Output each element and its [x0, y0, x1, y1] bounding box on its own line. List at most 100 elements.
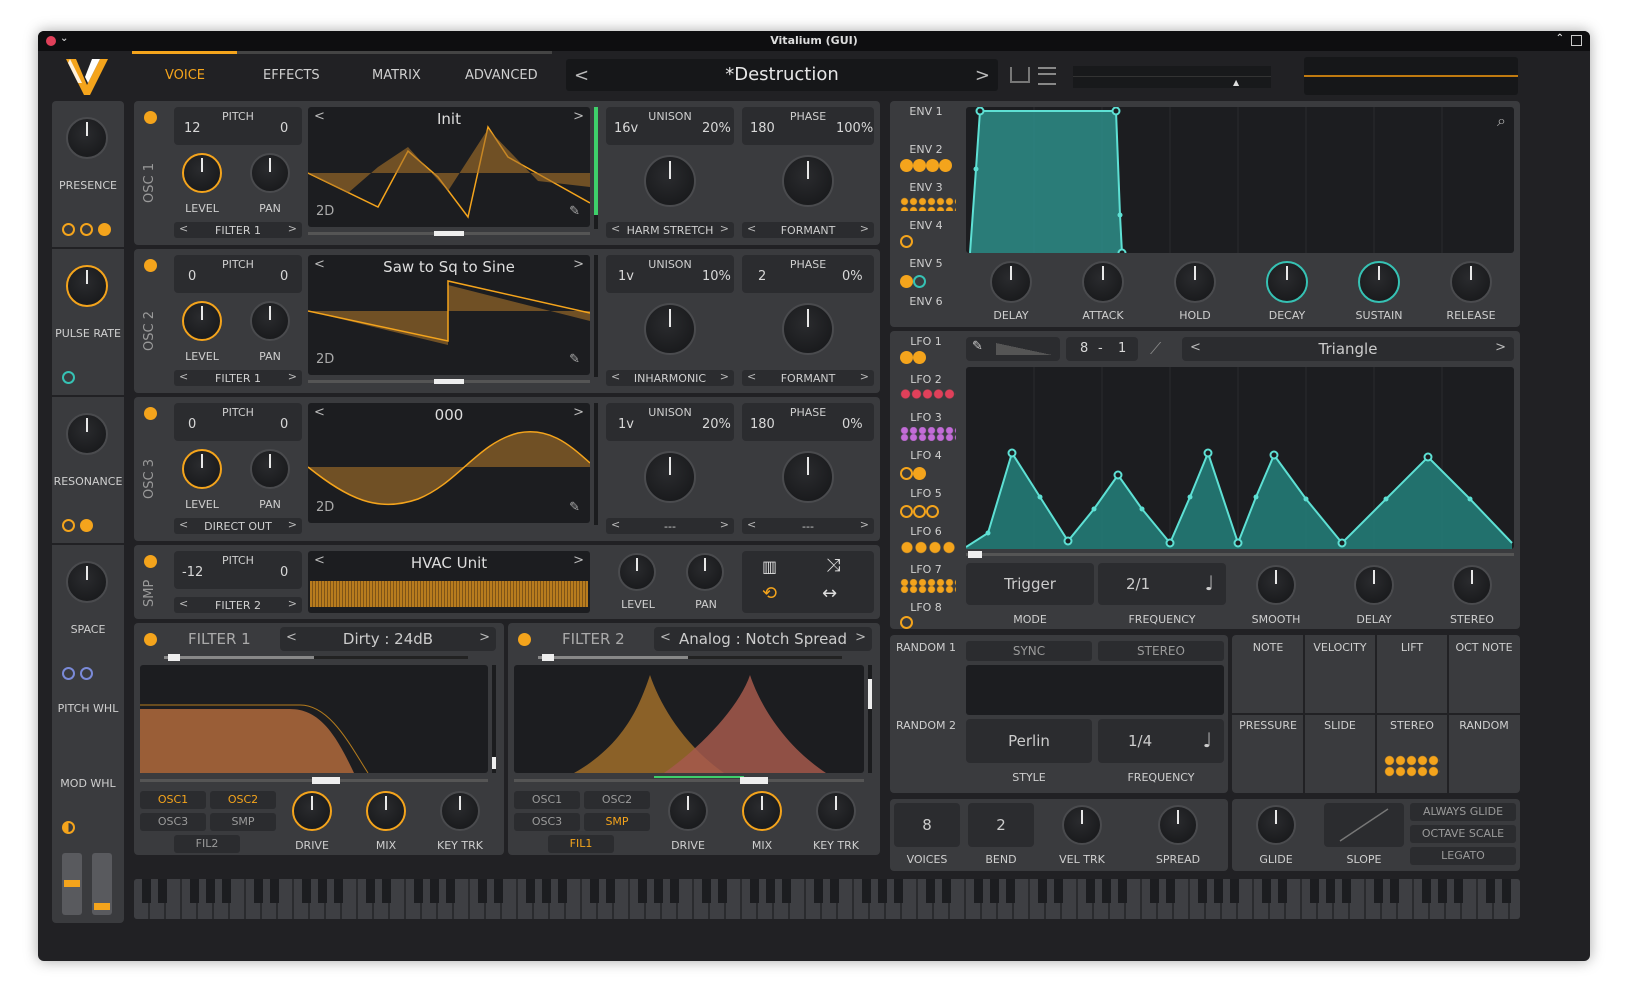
filter2-power-button[interactable]: [518, 633, 531, 646]
sampler-coarse-value[interactable]: -12: [182, 565, 203, 580]
osc3-distortion-knob[interactable]: [782, 451, 834, 503]
filter2-drive-knob[interactable]: [668, 791, 708, 831]
pitch-wheel[interactable]: [62, 853, 82, 915]
tab-lfo1[interactable]: LFO 1: [890, 335, 962, 348]
filter2-type-selector[interactable]: < Analog : Notch Spread >: [654, 627, 872, 651]
env-attack-knob[interactable]: [1082, 261, 1124, 303]
mod-source-random[interactable]: RANDOM: [1448, 719, 1520, 732]
filter1-type-selector[interactable]: < Dirty : 24dB >: [280, 627, 496, 651]
osc1-fine-value[interactable]: 0: [280, 121, 288, 136]
tab-lfo8[interactable]: LFO 8: [890, 601, 962, 614]
mod-source-oct-note[interactable]: OCT NOTE: [1448, 641, 1520, 654]
env-sustain-knob[interactable]: [1358, 261, 1400, 303]
bend-box[interactable]: 2: [968, 803, 1034, 847]
osc3-edit-icon[interactable]: ✎: [569, 500, 580, 515]
mod-source-stereo[interactable]: STEREO: [1376, 719, 1448, 732]
lfo-phase-slider[interactable]: [966, 551, 1514, 558]
note-sync-icon[interactable]: ♩: [1205, 571, 1214, 595]
env-decay-knob[interactable]: [1266, 261, 1308, 303]
osc1-wavetable-display[interactable]: < Init > 2D ✎: [308, 107, 590, 227]
osc2-level-knob[interactable]: [182, 301, 222, 341]
filter1-drive-knob[interactable]: [292, 791, 332, 831]
osc3-pan-knob[interactable]: [250, 449, 290, 489]
osc1-frame-slider[interactable]: [308, 231, 590, 236]
filter1-mix-knob[interactable]: [366, 791, 406, 831]
osc2-fine-value[interactable]: 0: [280, 269, 288, 284]
osc1-phase-random[interactable]: 100%: [836, 121, 873, 136]
osc3-power-button[interactable]: [144, 407, 157, 420]
sampler-destination-selector[interactable]: < FILTER 2 >: [174, 597, 302, 613]
osc3-fine-value[interactable]: 0: [280, 417, 288, 432]
envelope-graph[interactable]: ⌕: [966, 107, 1514, 253]
random-style-selector[interactable]: Perlin: [966, 719, 1092, 763]
loop-icon[interactable]: ⟲: [762, 583, 777, 604]
tab-env6[interactable]: ENV 6: [890, 295, 962, 308]
filter2-src-osc3[interactable]: OSC3: [514, 813, 580, 831]
mod-source-velocity[interactable]: VELOCITY: [1304, 641, 1376, 654]
osc2-unison-detune[interactable]: 10%: [702, 269, 731, 284]
osc2-frame-slider[interactable]: [308, 379, 590, 384]
preset-browser[interactable]: < *Destruction >: [566, 59, 998, 91]
osc2-power-button[interactable]: [144, 259, 157, 272]
osc1-pan-knob[interactable]: [250, 153, 290, 193]
filter2-src-osc2[interactable]: OSC2: [584, 791, 650, 809]
osc1-level-knob[interactable]: [182, 153, 222, 193]
sampler-pan-knob[interactable]: [686, 553, 724, 591]
osc3-unison-detune[interactable]: 20%: [702, 417, 731, 432]
macro-2-knob[interactable]: [66, 265, 108, 307]
always-glide-button[interactable]: ALWAYS GLIDE: [1410, 803, 1516, 821]
restore-icon[interactable]: [1571, 35, 1582, 46]
sampler-power-button[interactable]: [144, 555, 157, 568]
osc3-phase-value[interactable]: 180: [750, 417, 775, 432]
osc2-wavetable-display[interactable]: < Saw to Sq to Sine > 2D ✎: [308, 255, 590, 375]
osc2-phase-value[interactable]: 2: [758, 269, 766, 284]
filter2-src-osc1[interactable]: OSC1: [514, 791, 580, 809]
tab-env2[interactable]: ENV 2: [890, 143, 962, 156]
black-keys[interactable]: [142, 879, 1518, 903]
osc2-spectral-selector[interactable]: < INHARMONIC >: [606, 370, 734, 386]
osc1-spectral-selector[interactable]: < HARM STRETCH >: [606, 222, 734, 238]
tab-env1[interactable]: ENV 1: [890, 105, 962, 118]
mod-source-pressure[interactable]: PRESSURE: [1232, 719, 1304, 732]
env-delay-knob[interactable]: [990, 261, 1032, 303]
osc1-destination-selector[interactable]: < FILTER 1 >: [174, 222, 302, 238]
sampler-display[interactable]: < HVAC Unit >: [308, 551, 590, 613]
legato-button[interactable]: LEGATO: [1410, 847, 1516, 865]
tab-lfo4[interactable]: LFO 4: [890, 449, 962, 462]
mod-source-lift[interactable]: LIFT: [1376, 641, 1448, 654]
glide-knob[interactable]: [1256, 805, 1296, 845]
sampler-fine-value[interactable]: 0: [280, 565, 288, 580]
tab-lfo7[interactable]: LFO 7: [890, 563, 962, 576]
filter1-response-display[interactable]: [140, 665, 488, 773]
filter2-mix-knob[interactable]: [742, 791, 782, 831]
lfo-mode-selector[interactable]: Trigger: [966, 563, 1094, 605]
osc3-spectral-knob[interactable]: [644, 451, 696, 503]
osc3-coarse-value[interactable]: 0: [188, 417, 196, 432]
tab-matrix[interactable]: MATRIX: [372, 68, 421, 83]
filter2-keytrk-knob[interactable]: [816, 791, 856, 831]
osc1-edit-icon[interactable]: ✎: [569, 204, 580, 219]
random-stereo-button[interactable]: STEREO: [1098, 641, 1224, 661]
save-icon[interactable]: [1010, 67, 1030, 83]
osc2-edit-icon[interactable]: ✎: [569, 352, 580, 367]
mod-source-slide[interactable]: SLIDE: [1304, 719, 1376, 732]
lfo-frequency-box[interactable]: 2/1 ♩: [1098, 563, 1226, 605]
tab-lfo6[interactable]: LFO 6: [890, 525, 962, 538]
tab-lfo2[interactable]: LFO 2: [890, 373, 962, 386]
maximize-icon[interactable]: ⌃: [1556, 33, 1564, 44]
tab-voice[interactable]: VOICE: [165, 68, 205, 83]
osc1-power-button[interactable]: [144, 111, 157, 124]
filter1-cutoff-slider[interactable]: [140, 777, 488, 784]
macro-1-knob[interactable]: [66, 117, 108, 159]
osc1-spectral-knob[interactable]: [644, 155, 696, 207]
macro-3-knob[interactable]: [66, 413, 108, 455]
zoom-icon[interactable]: ⌕: [1497, 111, 1506, 131]
lfo-delay-knob[interactable]: [1354, 565, 1394, 605]
preset-next-button[interactable]: >: [975, 65, 990, 86]
osc3-phase-random[interactable]: 0%: [842, 417, 863, 432]
osc2-distortion-knob[interactable]: [782, 303, 834, 355]
osc3-destination-selector[interactable]: < DIRECT OUT >: [174, 518, 302, 534]
osc1-distortion-knob[interactable]: [782, 155, 834, 207]
filter2-blend-slider[interactable]: [538, 654, 842, 661]
filter2-response-display[interactable]: [514, 665, 864, 773]
